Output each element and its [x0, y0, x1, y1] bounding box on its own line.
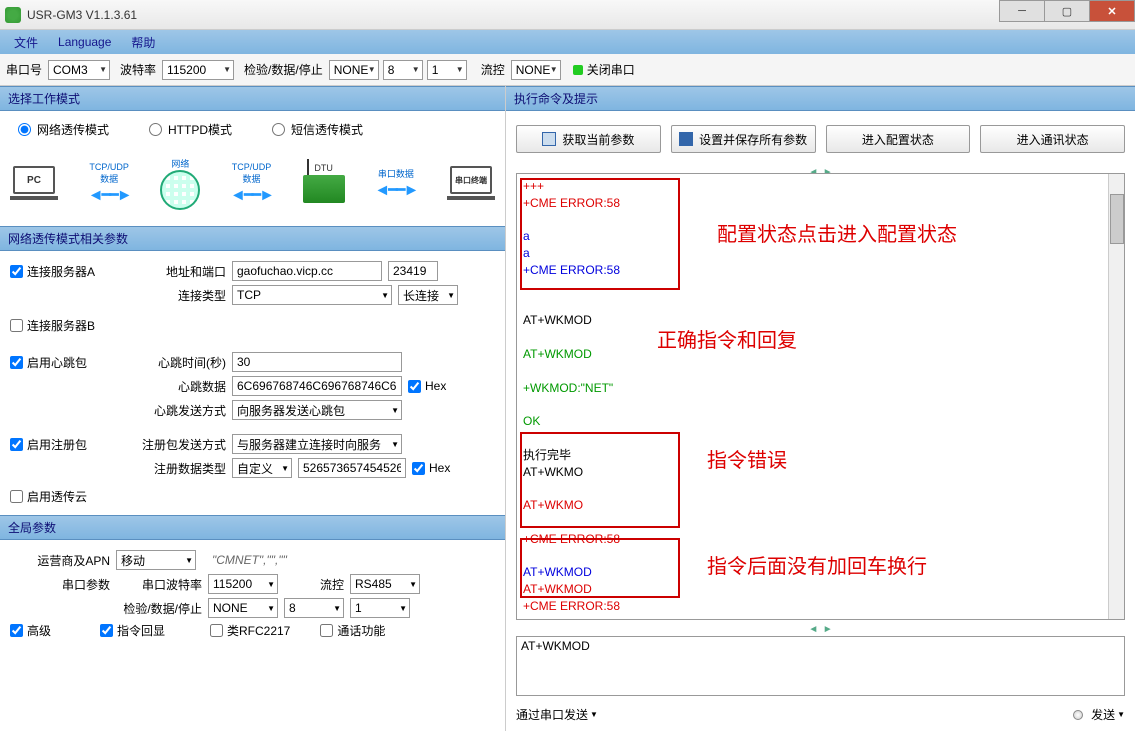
- reg-hex-checkbox[interactable]: Hex: [412, 461, 452, 475]
- save-icon: [679, 132, 693, 146]
- g-flow-label: 流控: [284, 576, 344, 593]
- terminal-icon: 串口终端: [450, 166, 492, 194]
- server-a-port[interactable]: [388, 261, 438, 281]
- baud-label: 波特率: [120, 61, 156, 78]
- g-parity-select[interactable]: NONE: [208, 598, 278, 618]
- global-header: 全局参数: [0, 515, 505, 540]
- reg-send-select[interactable]: 与服务器建立连接时向服务: [232, 434, 402, 454]
- port-label: 串口号: [6, 61, 42, 78]
- menubar: 文件 Language 帮助: [0, 30, 1135, 54]
- g-check-label: 检验/数据/停止: [116, 600, 202, 617]
- check-label: 检验/数据/停止: [244, 61, 323, 78]
- flow-select[interactable]: NONE: [511, 60, 561, 80]
- topology-diagram: PC TCP/UDP数据◄━━► 网络 TCP/UDP数据◄━━► DTU 串口…: [10, 148, 495, 218]
- g-data-select[interactable]: 8: [284, 598, 344, 618]
- server-a-addr[interactable]: [232, 261, 382, 281]
- save-params-button[interactable]: 设置并保存所有参数: [671, 125, 816, 153]
- addr-label: 地址和端口: [126, 263, 226, 280]
- mode-header: 选择工作模式: [0, 86, 505, 111]
- register-checkbox[interactable]: 启用注册包: [10, 436, 120, 453]
- terminal-output[interactable]: +++ +CME ERROR:58 a a +CME ERROR:58 AT+W…: [516, 173, 1125, 620]
- hb-time-label: 心跳时间(秒): [126, 354, 226, 371]
- reg-type-select[interactable]: 自定义: [232, 458, 292, 478]
- parity-select[interactable]: NONE: [329, 60, 379, 80]
- g-baud-label: 串口波特率: [116, 576, 202, 593]
- hb-data-input[interactable]: [232, 376, 402, 396]
- mode-sms[interactable]: 短信透传模式: [272, 121, 363, 138]
- rfc-checkbox[interactable]: 类RFC2217: [210, 622, 290, 639]
- cloud-checkbox[interactable]: 启用透传云: [10, 488, 120, 505]
- heartbeat-checkbox[interactable]: 启用心跳包: [10, 354, 120, 371]
- hb-send-label: 心跳发送方式: [126, 402, 226, 419]
- annotation-1: 配置状态点击进入配置状态: [717, 218, 957, 247]
- annotation-4: 指令后面没有加回车换行: [707, 550, 927, 579]
- conn-mode-select[interactable]: 长连接: [398, 285, 458, 305]
- annotation-box-3: [520, 538, 680, 598]
- call-checkbox[interactable]: 通话功能: [320, 622, 400, 639]
- hb-hex-checkbox[interactable]: Hex: [408, 379, 448, 393]
- dtu-icon: [303, 175, 345, 203]
- flow-label: 流控: [481, 61, 505, 78]
- window-title: USR-GM3 V1.1.3.61: [27, 8, 137, 22]
- annotation-box-2: [520, 432, 680, 528]
- annotation-box-1: [520, 178, 680, 290]
- minimize-button[interactable]: ─: [999, 0, 1045, 22]
- apn-label: 运营商及APN: [10, 552, 110, 569]
- comm-mode-button[interactable]: 进入通讯状态: [980, 125, 1125, 153]
- advanced-checkbox[interactable]: 高级: [10, 622, 70, 639]
- right-header: 执行命令及提示: [506, 86, 1135, 111]
- server-b-checkbox[interactable]: 连接服务器B: [10, 317, 120, 334]
- pc-icon: PC: [13, 166, 55, 194]
- conn-type-label: 连接类型: [126, 287, 226, 304]
- stopbits-select[interactable]: 1: [427, 60, 467, 80]
- conn-type-select[interactable]: TCP: [232, 285, 392, 305]
- globe-icon: [160, 170, 200, 210]
- apn-select[interactable]: 移动: [116, 550, 196, 570]
- port-led-icon: [573, 65, 583, 75]
- mode-net[interactable]: 网络透传模式: [18, 121, 109, 138]
- send-button[interactable]: 发送 ▼: [1091, 706, 1125, 723]
- reg-data-input[interactable]: [298, 458, 406, 478]
- app-icon: [5, 7, 21, 23]
- get-params-button[interactable]: 获取当前参数: [516, 125, 661, 153]
- g-stop-select[interactable]: 1: [350, 598, 410, 618]
- baud-select[interactable]: 115200: [162, 60, 234, 80]
- mode-httpd[interactable]: HTTPD模式: [149, 121, 232, 138]
- databits-select[interactable]: 8: [383, 60, 423, 80]
- send-mode-select[interactable]: 通过串口发送 ▼: [516, 706, 598, 723]
- maximize-button[interactable]: ▢: [1044, 0, 1090, 22]
- send-led-icon: [1073, 710, 1083, 720]
- serial-toolbar: 串口号 COM3 波特率 115200 检验/数据/停止 NONE 8 1 流控…: [0, 54, 1135, 86]
- apn-string: "CMNET","","": [212, 553, 287, 567]
- menu-help[interactable]: 帮助: [121, 34, 165, 51]
- annotation-2: 正确指令和回复: [657, 324, 797, 353]
- titlebar: USR-GM3 V1.1.3.61 ─ ▢ ✕: [0, 0, 1135, 30]
- g-baud-select[interactable]: 115200: [208, 574, 278, 594]
- g-flow-select[interactable]: RS485: [350, 574, 420, 594]
- close-button[interactable]: ✕: [1089, 0, 1135, 22]
- command-input[interactable]: AT+WKMOD: [516, 636, 1125, 696]
- menu-language[interactable]: Language: [48, 35, 121, 49]
- hb-data-label: 心跳数据: [126, 378, 226, 395]
- param-header: 网络透传模式相关参数: [0, 226, 505, 251]
- port-select[interactable]: COM3: [48, 60, 110, 80]
- config-mode-button[interactable]: 进入配置状态: [826, 125, 971, 153]
- reg-type-label: 注册数据类型: [126, 460, 226, 477]
- annotation-3: 指令错误: [707, 444, 787, 473]
- terminal-scrollbar[interactable]: [1108, 174, 1124, 619]
- serial-label: 串口参数: [10, 576, 110, 593]
- search-icon: [542, 132, 556, 146]
- echo-checkbox[interactable]: 指令回显: [100, 622, 180, 639]
- server-a-checkbox[interactable]: 连接服务器A: [10, 263, 120, 280]
- hb-send-select[interactable]: 向服务器发送心跳包: [232, 400, 402, 420]
- reg-send-label: 注册包发送方式: [126, 436, 226, 453]
- close-port-toggle[interactable]: 关闭串口: [573, 61, 635, 78]
- hb-time-input[interactable]: [232, 352, 402, 372]
- menu-file[interactable]: 文件: [4, 34, 48, 51]
